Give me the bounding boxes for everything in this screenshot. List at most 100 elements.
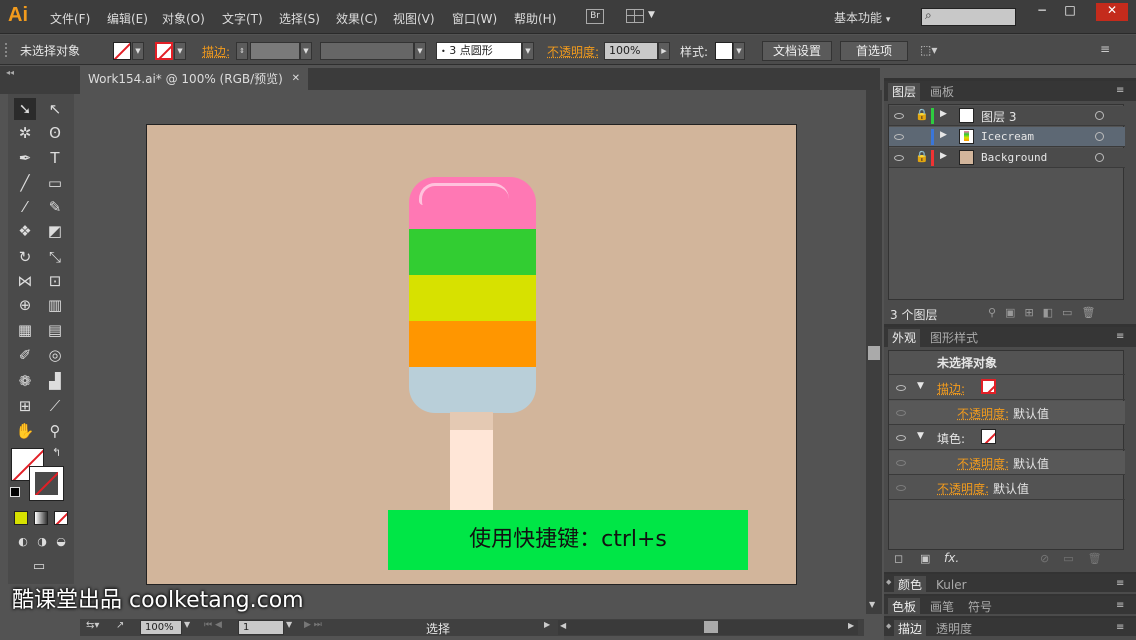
- slice-tool-icon[interactable]: ⟋: [44, 395, 66, 417]
- appearance-stroke-opacity-row[interactable]: 不透明度: 默认值: [889, 401, 1125, 425]
- tab-brushes[interactable]: 画笔: [926, 598, 958, 616]
- layer-row-3[interactable]: 🔒 ▶ 图层 3: [889, 106, 1125, 126]
- layer-row-icecream[interactable]: ▶ Icecream: [889, 127, 1125, 147]
- rotate-tool-icon[interactable]: ↻: [14, 246, 36, 268]
- layer-row-background[interactable]: 🔒 ▶ Background: [889, 148, 1125, 168]
- tab-artboards[interactable]: 画板: [926, 83, 958, 101]
- tab-layers[interactable]: 图层: [888, 83, 921, 101]
- free-transform-tool-icon[interactable]: ⊡: [44, 270, 66, 292]
- visibility-eye-icon[interactable]: [896, 460, 906, 466]
- tab-color[interactable]: 颜色: [894, 576, 927, 594]
- lasso-tool-icon[interactable]: ʘ: [44, 122, 66, 144]
- artboard-dropdown-icon[interactable]: ▼: [286, 620, 292, 629]
- menu-edit[interactable]: 编辑(E): [107, 10, 148, 27]
- shape-builder-tool-icon[interactable]: ⊕: [14, 294, 36, 316]
- zoom-field[interactable]: 100%: [140, 620, 182, 635]
- tab-stroke[interactable]: 描边: [894, 620, 927, 638]
- layer-name[interactable]: Icecream: [981, 130, 1034, 143]
- menu-help[interactable]: 帮助(H): [514, 10, 556, 27]
- stroke-label[interactable]: 描边:: [202, 43, 230, 60]
- menu-window[interactable]: 窗口(W): [452, 10, 497, 27]
- menu-effect[interactable]: 效果(C): [336, 10, 378, 27]
- layers-panel-actions-icon[interactable]: ⚲▣⊞◧▭🗑: [988, 306, 1104, 319]
- graph-tool-icon[interactable]: ▟: [44, 370, 66, 392]
- magic-wand-tool-icon[interactable]: ✲: [14, 122, 36, 144]
- swap-fill-stroke-icon[interactable]: ↰: [52, 446, 61, 459]
- stroke-dropdown[interactable]: ▼: [174, 42, 186, 60]
- expand-arrow-icon[interactable]: ▶: [940, 109, 947, 119]
- tab-transparency[interactable]: 透明度: [932, 620, 976, 638]
- blob-brush-tool-icon[interactable]: ❖: [14, 220, 36, 242]
- collapse-arrow-icon[interactable]: ▼: [917, 431, 924, 441]
- eraser-tool-icon[interactable]: ◩: [44, 220, 66, 242]
- artboard-nav-icon[interactable]: ⇆▾: [86, 620, 99, 631]
- close-button[interactable]: ✕: [1096, 3, 1128, 21]
- type-tool-icon[interactable]: T: [44, 147, 66, 169]
- visibility-eye-icon[interactable]: [896, 385, 906, 391]
- stroke-panel-menu-icon[interactable]: ≡: [1116, 622, 1124, 633]
- artboard-number-field[interactable]: 1: [238, 620, 284, 635]
- scale-tool-icon[interactable]: ⤡: [44, 246, 66, 268]
- document-setup-button[interactable]: 文档设置: [762, 41, 832, 61]
- menu-object[interactable]: 对象(O): [162, 10, 205, 27]
- brush-dropdown[interactable]: ▼: [522, 42, 534, 60]
- appearance-menu-icon[interactable]: ≡: [1116, 331, 1124, 342]
- stroke-weight-field[interactable]: [250, 42, 300, 60]
- blend-tool-icon[interactable]: ◎: [44, 344, 66, 366]
- object-opacity-label[interactable]: 不透明度:: [937, 480, 989, 497]
- search-input[interactable]: ⌕: [921, 8, 1016, 26]
- scroll-thumb[interactable]: [868, 346, 880, 360]
- default-fill-stroke-icon[interactable]: [10, 487, 20, 497]
- opacity-field[interactable]: 100%: [604, 42, 658, 60]
- hand-tool-icon[interactable]: ✋: [14, 420, 36, 442]
- panel-expand-icon[interactable]: ◆: [886, 578, 891, 586]
- pen-tool-icon[interactable]: ✒: [14, 147, 36, 169]
- appearance-fill-opacity-row[interactable]: 不透明度: 默认值: [889, 451, 1125, 475]
- none-mode-icon[interactable]: [54, 511, 68, 525]
- horizontal-scrollbar[interactable]: ◀ ▶: [558, 620, 858, 635]
- artboard-tool-icon[interactable]: ⊞: [14, 395, 36, 417]
- tab-kuler[interactable]: Kuler: [932, 576, 971, 594]
- preferences-button[interactable]: 首选项: [840, 41, 908, 61]
- fill-attr-swatch[interactable]: [981, 429, 996, 444]
- width-tool-icon[interactable]: ⋈: [14, 270, 36, 292]
- zoom-tool-icon[interactable]: ⚲: [44, 420, 66, 442]
- layer-name[interactable]: Background: [981, 151, 1047, 164]
- opacity-dropdown[interactable]: ▶: [658, 42, 670, 60]
- screen-mode-icon[interactable]: ▭: [28, 556, 50, 578]
- control-menu-icon[interactable]: ≡: [1100, 42, 1110, 56]
- collapse-toolbox-icon[interactable]: ◂◂: [6, 68, 14, 77]
- brush-field[interactable]: • 3 点圆形: [436, 42, 522, 60]
- open-in-bridge-icon[interactable]: ↗: [116, 620, 124, 631]
- arrange-documents-icon[interactable]: [626, 9, 644, 23]
- target-icon[interactable]: [1095, 153, 1104, 162]
- menu-view[interactable]: 视图(V): [393, 10, 435, 27]
- draw-inside-icon[interactable]: ◒: [50, 531, 72, 553]
- style-dropdown[interactable]: ▼: [733, 42, 745, 60]
- scroll-right-icon[interactable]: ▶: [848, 621, 854, 630]
- gradient-tool-icon[interactable]: ▤: [44, 319, 66, 341]
- variable-width-field[interactable]: [320, 42, 414, 60]
- fill-opacity-label[interactable]: 不透明度:: [957, 455, 1009, 472]
- swatches-panel-menu-icon[interactable]: ≡: [1116, 600, 1124, 611]
- expand-arrow-icon[interactable]: ▶: [940, 130, 947, 140]
- target-icon[interactable]: [1095, 111, 1104, 120]
- visibility-eye-icon[interactable]: [896, 435, 906, 441]
- gradient-mode-icon[interactable]: [34, 511, 48, 525]
- stroke-color-box[interactable]: [29, 466, 64, 501]
- stroke-weight-dropdown[interactable]: ▼: [300, 42, 312, 60]
- scroll-left-icon[interactable]: ◀: [560, 621, 566, 630]
- popsicle[interactable]: [409, 177, 536, 413]
- menu-file[interactable]: 文件(F): [50, 10, 90, 27]
- stroke-opacity-label[interactable]: 不透明度:: [957, 405, 1009, 422]
- stroke-attr-swatch[interactable]: [981, 379, 996, 394]
- appearance-opacity-row[interactable]: 不透明度: 默认值: [889, 476, 1125, 500]
- menu-select[interactable]: 选择(S): [279, 10, 320, 27]
- align-icon[interactable]: ⬚▾: [920, 43, 937, 57]
- lock-icon[interactable]: 🔒: [915, 150, 929, 163]
- vertical-scrollbar[interactable]: ▼: [866, 90, 882, 614]
- pencil-tool-icon[interactable]: ✎: [44, 196, 66, 218]
- add-fill-icon[interactable]: ▣: [920, 552, 930, 565]
- opacity-label[interactable]: 不透明度:: [547, 43, 599, 60]
- expand-arrow-icon[interactable]: ▶: [940, 151, 947, 161]
